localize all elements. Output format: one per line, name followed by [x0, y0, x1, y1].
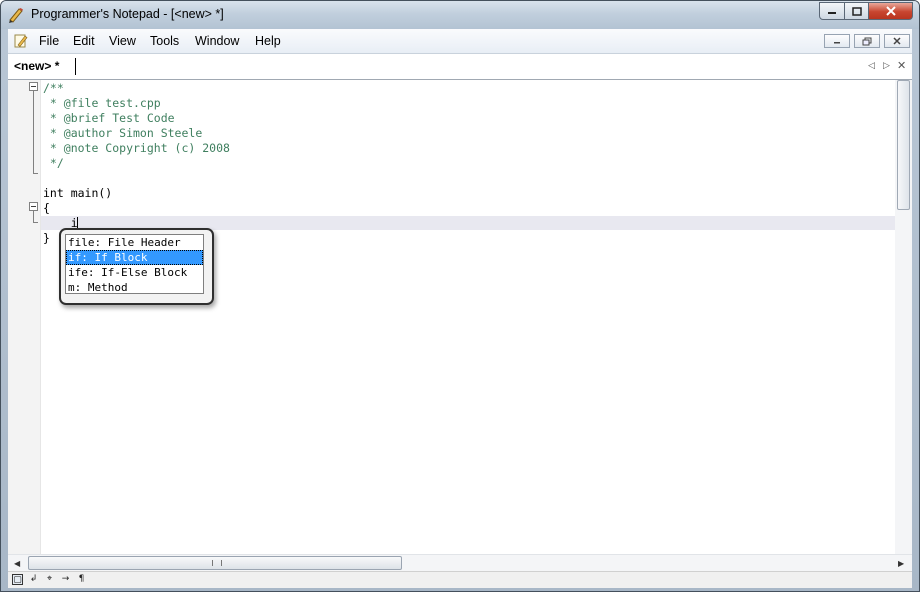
whitespace-icon[interactable]: →	[60, 574, 71, 585]
minimize-button[interactable]	[819, 2, 845, 20]
vertical-scroll-thumb[interactable]	[897, 80, 910, 210]
code-line: * @file test.cpp	[43, 96, 161, 110]
fold-end	[33, 222, 38, 223]
menu-tools[interactable]: Tools	[150, 34, 179, 48]
autocomplete-item[interactable]: ife: If-Else Block	[66, 265, 203, 280]
code-line: * @author Simon Steele	[43, 126, 203, 140]
horizontal-scrollbar[interactable]: ◀ ▶	[8, 554, 912, 572]
document-close-button[interactable]	[884, 34, 910, 48]
code-line: {	[43, 201, 50, 215]
scroll-right-icon[interactable]: ▶	[898, 559, 904, 568]
autocomplete-item[interactable]: m: Method	[66, 280, 203, 295]
fold-line	[33, 211, 34, 222]
fold-margin[interactable]	[8, 80, 41, 554]
maximize-icon	[851, 6, 862, 16]
document-minimize-button[interactable]	[824, 34, 850, 48]
fold-collapse-icon[interactable]	[29, 82, 38, 91]
restore-icon	[862, 37, 872, 45]
grip-icon	[212, 560, 222, 566]
word-wrap-icon[interactable]: ↲	[28, 574, 39, 585]
autocomplete-item-selected[interactable]: if: If Block	[66, 250, 203, 265]
paragraph-icon[interactable]: ¶	[76, 574, 87, 585]
app-window: Programmer's Notepad - [<new> *] File Ed…	[0, 0, 920, 592]
tab-prev-icon[interactable]: ◁	[868, 61, 875, 71]
minimize-icon	[828, 12, 836, 14]
tab-close-icon[interactable]: ✕	[897, 59, 906, 72]
document-icon[interactable]	[13, 33, 29, 49]
maximize-button[interactable]	[845, 2, 869, 20]
code-line: int main()	[43, 186, 113, 200]
close-button[interactable]	[869, 2, 913, 20]
menu-view[interactable]: View	[109, 34, 136, 48]
menu-bar: File Edit View Tools Window Help	[8, 29, 912, 54]
menu-file[interactable]: File	[39, 34, 59, 48]
code-line: * @brief Test Code	[43, 111, 175, 125]
tab-new-document[interactable]: <new> *	[14, 59, 59, 73]
line-numbers-icon[interactable]: ⌖	[44, 574, 55, 585]
fold-line	[33, 91, 34, 173]
code-line: */	[43, 156, 64, 170]
fold-end	[33, 173, 38, 174]
scroll-left-icon[interactable]: ◀	[14, 559, 20, 568]
vertical-scrollbar[interactable]	[895, 80, 912, 554]
status-bar: ▢ ↲ ⌖ → ¶	[8, 571, 912, 588]
close-icon	[885, 6, 896, 16]
title-bar[interactable]: Programmer's Notepad - [<new> *]	[1, 1, 919, 29]
code-line: }	[43, 231, 50, 245]
autocomplete-item[interactable]: file: File Header	[66, 235, 203, 250]
tab-next-icon[interactable]: ▷	[883, 61, 890, 71]
close-icon	[893, 36, 901, 45]
document-restore-button[interactable]	[854, 34, 880, 48]
menu-edit[interactable]: Edit	[73, 34, 95, 48]
horizontal-scroll-thumb[interactable]	[28, 556, 402, 570]
code-line: /**	[43, 81, 64, 95]
minimize-icon	[834, 42, 840, 44]
window-title: Programmer's Notepad - [<new> *]	[31, 7, 224, 21]
notepad-pen-icon	[9, 8, 23, 23]
client-area: File Edit View Tools Window Help <new> *	[8, 29, 912, 588]
tab-bar: <new> * ◁ ▷ ✕	[8, 54, 912, 80]
code-line: * @note Copyright (c) 2008	[43, 141, 230, 155]
autocomplete-list[interactable]: file: File Header if: If Block ife: If-E…	[65, 234, 204, 294]
tab-separator	[75, 58, 76, 75]
fold-collapse-icon[interactable]	[29, 202, 38, 211]
menu-help[interactable]: Help	[255, 34, 281, 48]
menu-window[interactable]: Window	[195, 34, 239, 48]
insert-mode-icon[interactable]: ▢	[12, 574, 23, 585]
code-editor[interactable]: /** * @file test.cpp * @brief Test Code …	[8, 80, 912, 554]
